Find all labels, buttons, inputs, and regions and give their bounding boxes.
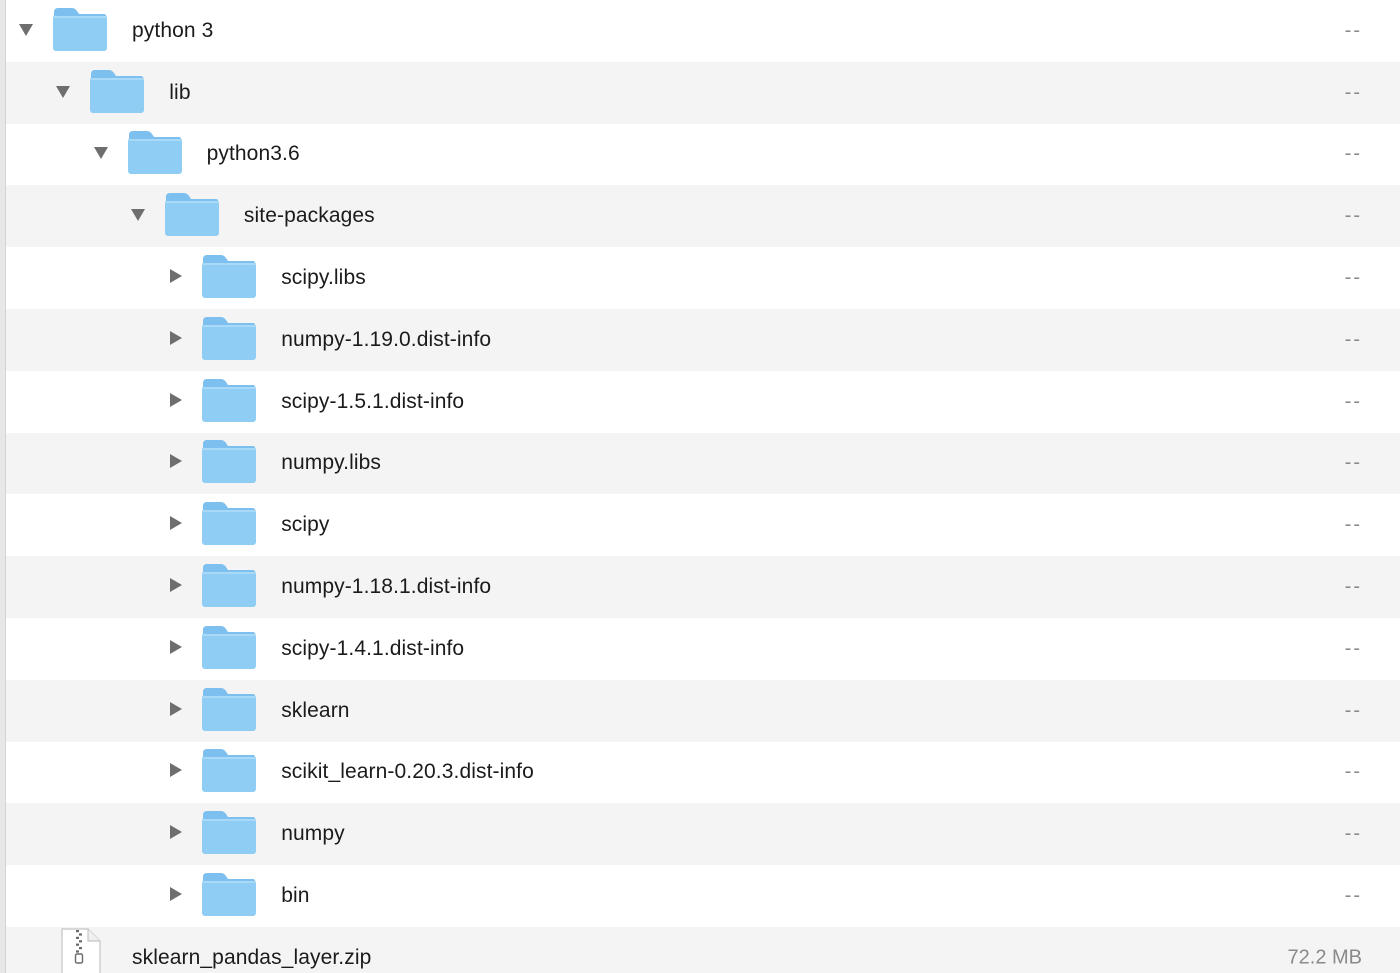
item-size: -- bbox=[1344, 19, 1362, 42]
folder-row[interactable]: numpy-1.19.0.dist-info -- bbox=[6, 308, 1400, 371]
item-size: -- bbox=[1344, 451, 1362, 474]
folder-row[interactable]: python 3 -- bbox=[6, 0, 1400, 62]
folder-icon bbox=[201, 624, 257, 670]
disclosure-expanded-icon[interactable] bbox=[130, 206, 146, 222]
folder-icon bbox=[164, 191, 220, 237]
disclosure-collapsed-icon[interactable] bbox=[167, 824, 183, 840]
item-size: -- bbox=[1344, 575, 1362, 598]
folder-icon bbox=[201, 686, 257, 732]
disclosure-expanded-icon[interactable] bbox=[18, 21, 34, 37]
item-size: -- bbox=[1344, 760, 1362, 783]
disclosure-expanded-icon[interactable] bbox=[55, 83, 71, 99]
folder-icon bbox=[52, 6, 108, 52]
item-name: site-packages bbox=[243, 204, 375, 228]
disclosure-collapsed-icon[interactable] bbox=[167, 639, 183, 655]
folder-row[interactable]: site-packages -- bbox=[6, 185, 1400, 248]
folder-row[interactable]: python3.6 -- bbox=[6, 124, 1400, 186]
folder-icon bbox=[89, 68, 145, 114]
disclosure-collapsed-icon[interactable] bbox=[167, 886, 183, 902]
item-name: scipy-1.5.1.dist-info bbox=[281, 389, 465, 413]
item-name: scikit_learn-0.20.3.dist-info bbox=[281, 760, 534, 784]
folder-row[interactable]: numpy-1.18.1.dist-info -- bbox=[6, 556, 1400, 618]
folder-icon bbox=[127, 129, 183, 175]
folder-row[interactable]: scikit_learn-0.20.3.dist-info -- bbox=[6, 742, 1400, 804]
folder-row[interactable]: numpy.libs -- bbox=[6, 432, 1400, 495]
item-size: -- bbox=[1344, 637, 1362, 660]
folder-icon bbox=[201, 500, 257, 546]
item-name: numpy bbox=[281, 822, 345, 846]
disclosure-collapsed-icon[interactable] bbox=[167, 268, 183, 284]
item-size: -- bbox=[1344, 204, 1362, 227]
folder-row[interactable]: numpy -- bbox=[6, 803, 1400, 866]
item-size: 72.2 MB bbox=[1287, 946, 1362, 969]
disclosure-collapsed-icon[interactable] bbox=[167, 392, 183, 408]
file-row[interactable]: ZIP sklearn_pandas_layer.zip 72.2 MB bbox=[6, 926, 1400, 973]
folder-row[interactable]: bin -- bbox=[6, 865, 1400, 927]
item-size: -- bbox=[1344, 513, 1362, 536]
item-name: numpy.libs bbox=[281, 451, 382, 475]
zip-file-icon: ZIP bbox=[58, 928, 102, 973]
item-size: -- bbox=[1344, 328, 1362, 351]
item-size: -- bbox=[1344, 142, 1362, 165]
item-size: -- bbox=[1344, 390, 1362, 413]
folder-icon bbox=[201, 377, 257, 423]
disclosure-collapsed-icon[interactable] bbox=[167, 453, 183, 469]
folder-icon bbox=[201, 253, 257, 299]
disclosure-collapsed-icon[interactable] bbox=[167, 762, 183, 778]
disclosure-collapsed-icon[interactable] bbox=[167, 701, 183, 717]
item-name: python 3 bbox=[132, 18, 214, 42]
disclosure-expanded-icon[interactable] bbox=[93, 144, 109, 160]
item-size: -- bbox=[1344, 884, 1362, 907]
folder-icon bbox=[201, 562, 257, 608]
folder-row[interactable]: scipy-1.4.1.dist-info -- bbox=[6, 618, 1400, 680]
folder-icon bbox=[201, 809, 257, 855]
folder-icon bbox=[201, 315, 257, 361]
folder-icon bbox=[201, 871, 257, 917]
item-name: sklearn_pandas_layer.zip bbox=[132, 945, 372, 969]
item-name: sklearn bbox=[281, 698, 350, 722]
item-name: bin bbox=[281, 884, 310, 908]
item-name: numpy-1.19.0.dist-info bbox=[281, 327, 492, 351]
item-size: -- bbox=[1344, 822, 1362, 845]
item-size: -- bbox=[1344, 81, 1362, 104]
folder-icon bbox=[201, 747, 257, 793]
item-size: -- bbox=[1344, 266, 1362, 289]
folder-icon bbox=[201, 438, 257, 484]
finder-list-view: python 3 -- lib -- python3.6 -- site-packages -… bbox=[0, 0, 1400, 973]
item-name: scipy bbox=[281, 513, 330, 537]
item-name: python3.6 bbox=[206, 142, 300, 166]
disclosure-collapsed-icon[interactable] bbox=[167, 577, 183, 593]
item-name: numpy-1.18.1.dist-info bbox=[281, 575, 492, 599]
disclosure-collapsed-icon[interactable] bbox=[167, 515, 183, 531]
folder-row[interactable]: lib -- bbox=[6, 61, 1400, 124]
folder-row[interactable]: scipy.libs -- bbox=[6, 247, 1400, 309]
item-name: scipy-1.4.1.dist-info bbox=[281, 636, 465, 660]
file-list: python 3 -- lib -- python3.6 -- site-packages -… bbox=[6, 0, 1400, 973]
folder-row[interactable]: scipy -- bbox=[6, 494, 1400, 556]
item-name: lib bbox=[169, 80, 191, 104]
item-size: -- bbox=[1344, 699, 1362, 722]
folder-row[interactable]: scipy-1.5.1.dist-info -- bbox=[6, 371, 1400, 433]
item-name: scipy.libs bbox=[281, 266, 366, 290]
disclosure-collapsed-icon[interactable] bbox=[167, 330, 183, 346]
folder-row[interactable]: sklearn -- bbox=[6, 679, 1400, 742]
